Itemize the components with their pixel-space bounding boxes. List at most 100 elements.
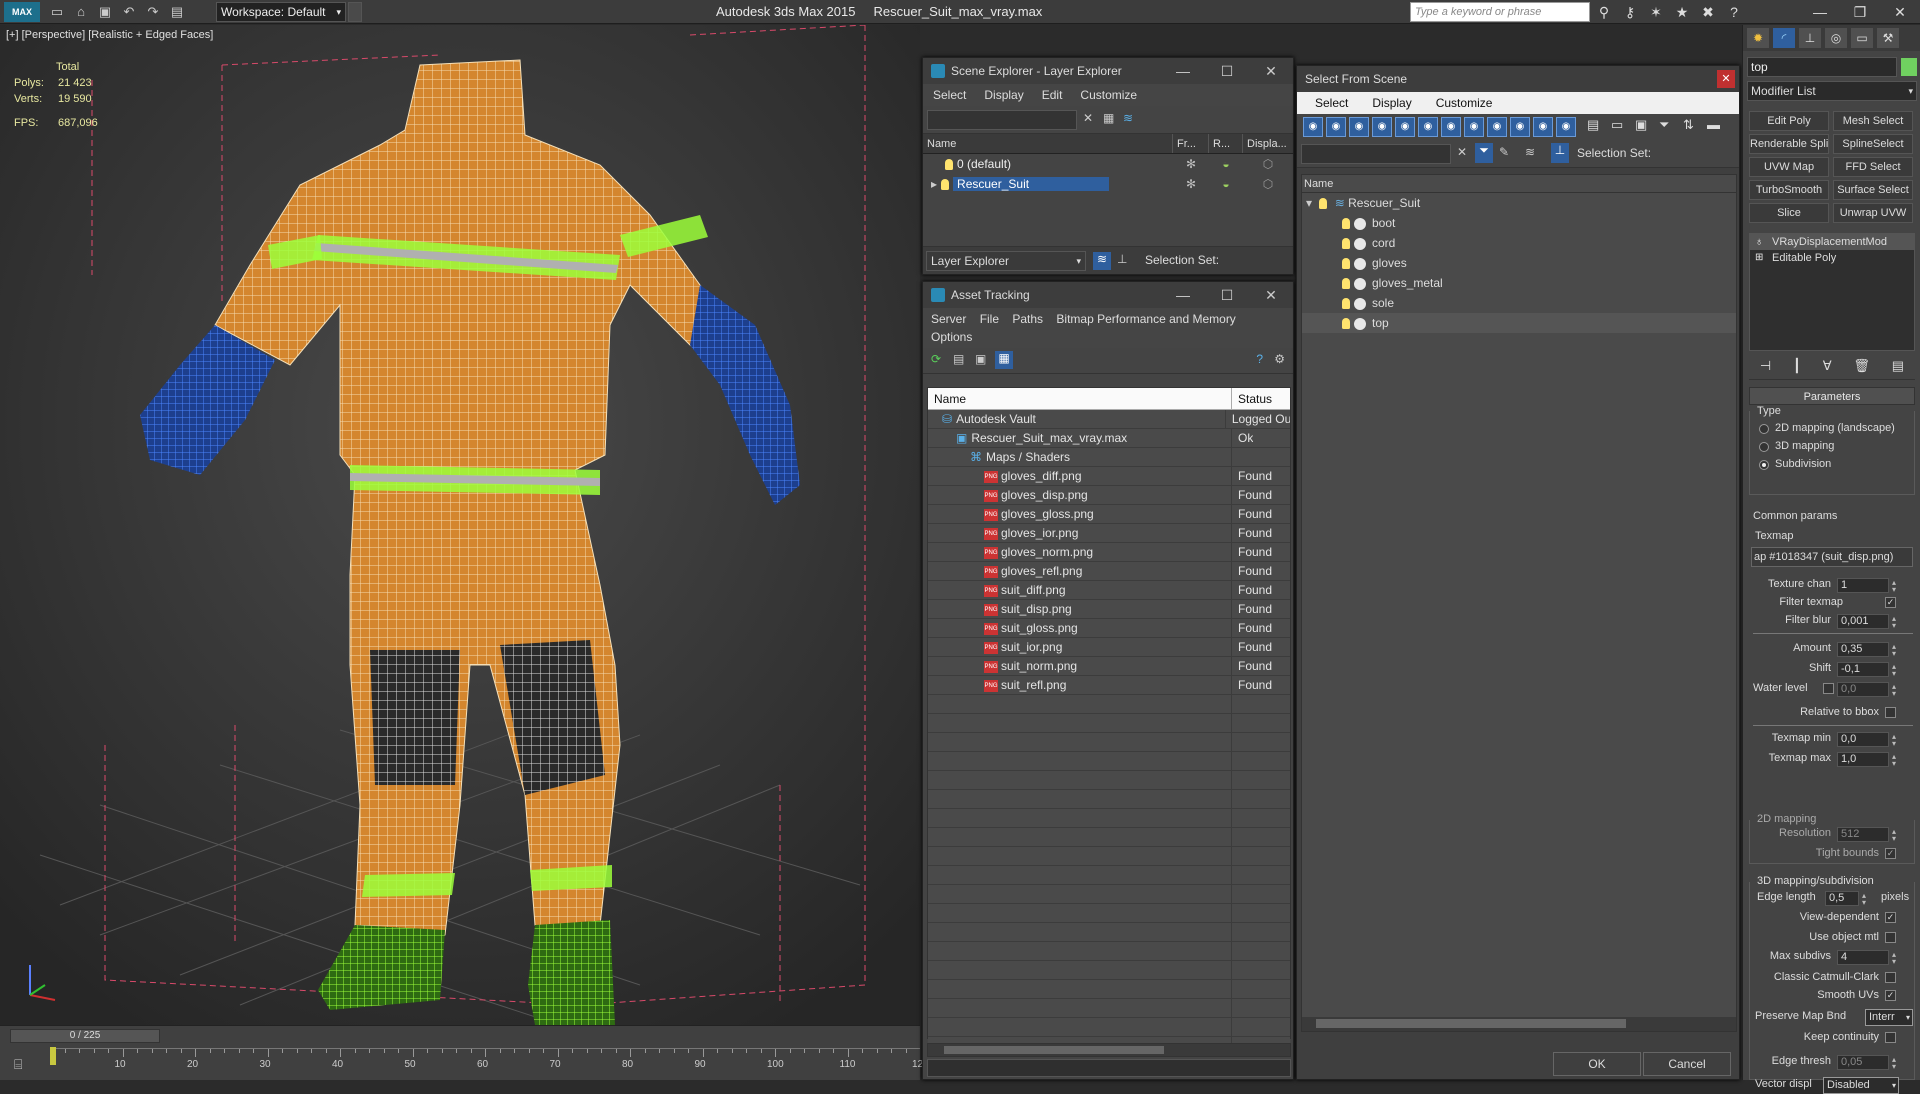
binoculars-icon[interactable]: ⚲ (1594, 3, 1614, 21)
horizontal-scrollbar[interactable] (1302, 1017, 1736, 1031)
col-name[interactable]: Name (923, 134, 1173, 153)
preserve-map-dropdown[interactable]: Interr ▾ (1865, 1009, 1913, 1026)
show-end-result-icon[interactable]: ┃ (1793, 358, 1801, 379)
expand-arrow-icon[interactable]: ▸ (931, 177, 937, 191)
app-logo[interactable]: MAX (4, 2, 40, 22)
select-all-icon[interactable]: ✎ (1499, 145, 1509, 159)
tree-root-rescuer-suit[interactable]: ▾ ≋ Rescuer_Suit (1302, 193, 1736, 213)
cameras-filter-icon[interactable]: ◉ (1372, 117, 1392, 137)
minimize-icon[interactable]: — (1800, 0, 1840, 24)
lightbulb-icon[interactable] (941, 179, 950, 191)
lightbulb-icon[interactable] (1319, 198, 1328, 210)
key-icon[interactable]: ⚷ (1620, 3, 1640, 21)
perspective-viewport[interactable]: [+] [Perspective] [Realistic + Edged Fac… (0, 25, 920, 1025)
remove-modifier-icon[interactable]: 🗑 (1853, 358, 1870, 379)
object-color-swatch[interactable] (1901, 58, 1917, 76)
modifier-list-dropdown[interactable]: Modifier List ▾ (1747, 81, 1917, 101)
configure-sets-icon[interactable]: ▤ (1892, 358, 1904, 379)
lightbulb-icon[interactable] (1342, 278, 1350, 290)
shift-spinner[interactable]: -0,1 (1837, 662, 1900, 677)
menu-server[interactable]: Server (931, 312, 966, 326)
view-dependent-checkbox[interactable]: ✓ (1885, 912, 1896, 923)
cancel-button[interactable]: Cancel (1643, 1052, 1731, 1076)
asset-row[interactable]: PNG suit_ior.png Found (928, 638, 1290, 657)
modifier-button[interactable]: Edit Poly (1749, 111, 1829, 131)
col-display[interactable]: Displa... (1243, 134, 1293, 153)
current-frame-marker[interactable] (50, 1047, 56, 1065)
use-object-mtl-checkbox[interactable] (1885, 932, 1896, 943)
col-name[interactable]: Name (928, 388, 1232, 409)
lightbulb-icon[interactable] (945, 159, 953, 171)
close-icon[interactable]: ✕ (1249, 282, 1293, 308)
modifier-button[interactable]: SplineSelect (1833, 134, 1913, 154)
minimize-icon[interactable]: — (1161, 282, 1205, 308)
filter-blur-spinner[interactable]: 0,001 (1837, 614, 1900, 629)
modifier-button[interactable]: UVW Map (1749, 157, 1829, 177)
radio-2d-mapping[interactable] (1759, 424, 1769, 434)
menu-customize[interactable]: Customize (1436, 92, 1493, 114)
bulb-icon[interactable]: ♁ (1755, 234, 1763, 250)
settings-icon[interactable]: ⚙ (1274, 352, 1285, 366)
display-tab-icon[interactable]: ▭ (1851, 28, 1873, 48)
object-row[interactable]: boot (1302, 213, 1736, 233)
make-unique-icon[interactable]: ∀ (1823, 358, 1832, 379)
max-subdivs-spinner[interactable]: 4 (1837, 950, 1900, 965)
edge-thresh-spinner[interactable]: 0,05 (1837, 1055, 1900, 1070)
object-row[interactable]: gloves (1302, 253, 1736, 273)
stack-item-editable-poly[interactable]: ⊞ Editable Poly (1750, 250, 1914, 266)
tight-bounds-checkbox[interactable]: ✓ (1885, 848, 1896, 859)
lightbulb-icon[interactable] (1342, 318, 1350, 330)
filter-icon[interactable]: ⏷ (1475, 143, 1493, 163)
layers-icon[interactable]: ≋ (1093, 252, 1111, 270)
lightbulb-icon[interactable] (1342, 218, 1350, 230)
groups-filter-icon[interactable]: ◉ (1441, 117, 1461, 137)
smooth-uvs-checkbox[interactable]: ✓ (1885, 990, 1896, 1001)
refresh-icon[interactable]: ⟳ (931, 352, 941, 366)
expand-plus-icon[interactable]: ⊞ (1755, 250, 1763, 266)
find-field[interactable] (927, 110, 1077, 130)
layers-icon[interactable]: ≋ (1525, 145, 1535, 159)
object-row[interactable]: gloves_metal (1302, 273, 1736, 293)
asset-row[interactable]: PNG gloves_disp.png Found (928, 486, 1290, 505)
exchange-icon[interactable]: ✖ (1698, 3, 1718, 21)
freeze-icon[interactable]: ✻ (1173, 174, 1209, 194)
object-row[interactable]: top (1302, 313, 1736, 333)
modify-tab-icon[interactable]: ◜ (1773, 28, 1795, 48)
modifier-button[interactable]: TurboSmooth (1749, 180, 1829, 200)
spacewarps-filter-icon[interactable]: ◉ (1418, 117, 1438, 137)
restore-icon[interactable]: ❐ (1840, 0, 1880, 24)
col-status[interactable]: Status (1232, 388, 1272, 409)
stack-item-vraydisplacement[interactable]: ♁ VRayDisplacementMod (1750, 234, 1914, 250)
clear-icon[interactable]: ✕ (1083, 111, 1093, 125)
menu-select[interactable]: Select (1315, 92, 1348, 114)
undo-icon[interactable]: ↶ (120, 3, 138, 21)
modifier-button[interactable]: Surface Select (1833, 180, 1913, 200)
modifier-button[interactable]: Slice (1749, 203, 1829, 223)
amount-spinner[interactable]: 0,35 (1837, 642, 1900, 657)
menu-display[interactable]: Display (1372, 92, 1411, 114)
frozen-filter-icon[interactable]: ◉ (1533, 117, 1553, 137)
asset-row[interactable]: ▣ Rescuer_Suit_max_vray.max Ok (928, 429, 1290, 448)
layer-row-rescuer-suit[interactable]: ▸ Rescuer_Suit ✻ ◒ ⬡ (923, 174, 1293, 194)
project-folder-icon[interactable]: ▤ (168, 3, 186, 21)
water-level-spinner[interactable]: 0,0 (1837, 682, 1900, 697)
options-icon[interactable]: ▬ (1707, 117, 1720, 132)
scene-explorer-titlebar[interactable]: Scene Explorer - Layer Explorer — ☐ ✕ (923, 58, 1293, 84)
asset-row[interactable]: PNG gloves_diff.png Found (928, 467, 1290, 486)
asset-row[interactable]: PNG gloves_refl.png Found (928, 562, 1290, 581)
menu-display[interactable]: Display (984, 84, 1023, 106)
list-view-icon[interactable]: ▤ (953, 352, 964, 366)
layer-row-default[interactable]: 0 (default) ✻ ◒ ⬡ (923, 154, 1293, 174)
modifier-button[interactable]: Mesh Select (1833, 111, 1913, 131)
display-none-icon[interactable]: ▭ (1611, 117, 1623, 133)
menu-select[interactable]: Select (933, 84, 966, 106)
object-name-field[interactable]: top (1747, 57, 1897, 77)
teapot-icon[interactable]: ◒ (1209, 154, 1243, 174)
bones-filter-icon[interactable]: ◉ (1487, 117, 1507, 137)
menu-bitmap-performance[interactable]: Bitmap Performance and Memory (1056, 312, 1235, 326)
help-search-input[interactable]: Type a keyword or phrase (1410, 2, 1590, 22)
lightbulb-icon[interactable] (1342, 258, 1350, 270)
asset-row[interactable]: PNG gloves_ior.png Found (928, 524, 1290, 543)
menu-options[interactable]: Options (931, 330, 972, 344)
create-tab-icon[interactable]: ✹ (1747, 28, 1769, 48)
